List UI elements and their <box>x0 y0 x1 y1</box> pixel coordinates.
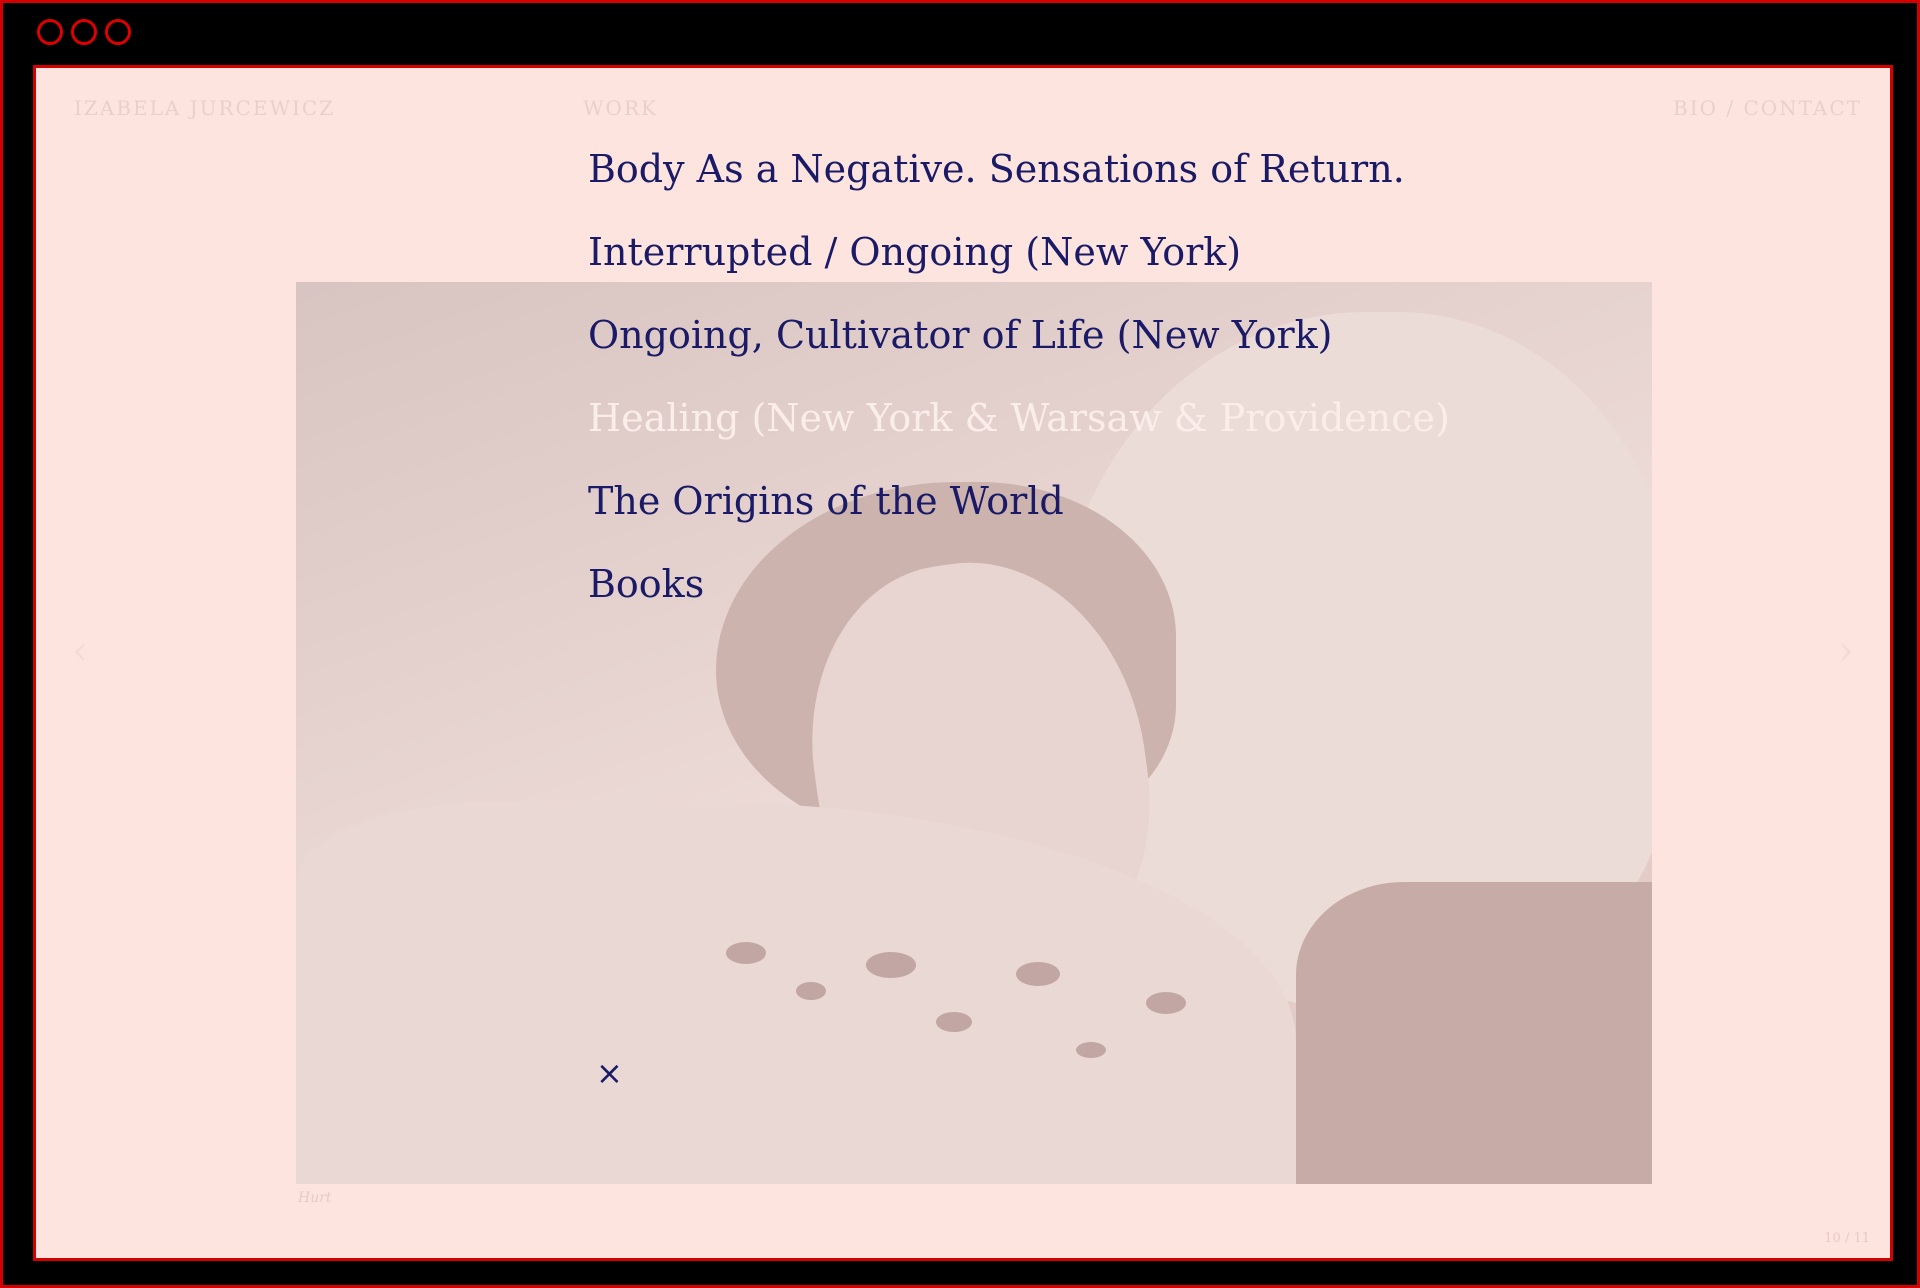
next-slide-arrow[interactable]: › <box>1838 628 1854 674</box>
menu-item-books[interactable]: Books <box>588 559 1450 642</box>
menu-item-ongoing-cultivator[interactable]: Ongoing, Cultivator of Life (New York) <box>588 310 1450 393</box>
slide-counter: 10 / 11 <box>1824 1231 1870 1246</box>
work-menu: Body As a Negative. Sensations of Return… <box>588 144 1450 642</box>
browser-window: IZABELA JURCEWICZ WORK BIO / CONTACT ‹ ›… <box>0 0 1920 1288</box>
menu-item-body-as-a-negative[interactable]: Body As a Negative. Sensations of Return… <box>588 144 1450 227</box>
prev-slide-arrow[interactable]: ‹ <box>72 628 88 674</box>
close-window-icon[interactable] <box>37 19 63 45</box>
window-controls <box>37 19 131 45</box>
maximize-window-icon[interactable] <box>105 19 131 45</box>
menu-item-healing[interactable]: Healing (New York & Warsaw & Providence) <box>588 393 1450 476</box>
nav-work-link[interactable]: WORK <box>583 96 658 120</box>
slide-caption: Hurt <box>298 1190 332 1206</box>
page: IZABELA JURCEWICZ WORK BIO / CONTACT ‹ ›… <box>33 65 1893 1261</box>
close-menu-icon[interactable]: × <box>596 1054 623 1092</box>
nav-bio-contact-link[interactable]: BIO / CONTACT <box>1673 96 1862 120</box>
menu-item-origins-of-the-world[interactable]: The Origins of the World <box>588 476 1450 559</box>
menu-item-interrupted-ongoing[interactable]: Interrupted / Ongoing (New York) <box>588 227 1450 310</box>
site-name-link[interactable]: IZABELA JURCEWICZ <box>74 96 335 120</box>
minimize-window-icon[interactable] <box>71 19 97 45</box>
